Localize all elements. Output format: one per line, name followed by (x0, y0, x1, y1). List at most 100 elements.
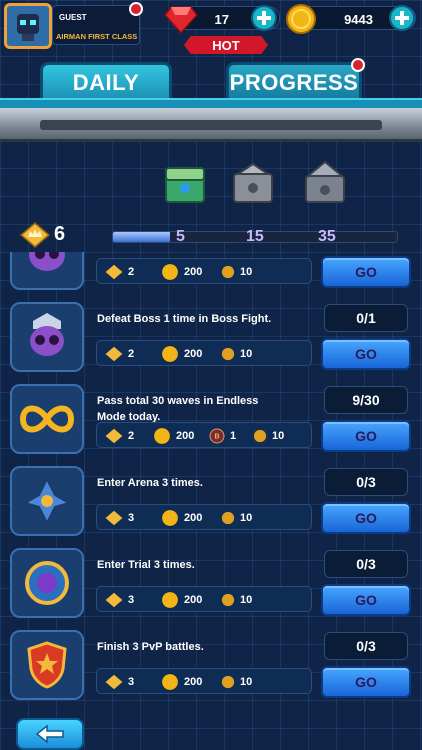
reward-extra-value: 10 (240, 676, 253, 688)
gem-value: 17 (214, 12, 229, 27)
reward-stars: 3 (105, 509, 134, 527)
quest-item: 2 200 10 GO (8, 252, 411, 292)
reward-extra: 10 (253, 427, 284, 445)
add-coins-button[interactable] (389, 5, 415, 31)
reward-coins-value: 200 (184, 348, 203, 360)
quest-progress: 9/30 (324, 386, 408, 414)
go-button[interactable]: GO (321, 256, 411, 288)
go-button[interactable]: GO (321, 338, 411, 370)
quest-icon (10, 302, 84, 372)
reward-coins-value: 200 (184, 266, 203, 278)
quest-icon (10, 630, 84, 700)
coin-icon (162, 510, 178, 526)
quest-title: Enter Trial 3 times. (97, 559, 195, 571)
reward-coins-value: 200 (184, 676, 203, 688)
reward-stars-value: 3 (128, 512, 135, 524)
chest-icon[interactable] (160, 160, 210, 210)
back-button[interactable] (16, 718, 84, 750)
hot-badge[interactable]: HOT (184, 36, 268, 54)
quest-item: Pass total 30 waves in Endless Mode toda… (8, 380, 411, 456)
avatar-robot-icon (17, 14, 39, 41)
back-arrow-icon (35, 724, 64, 744)
reward-bar: 3 200 10 (96, 586, 312, 612)
reward-stars: 2 (105, 345, 134, 363)
reward-extra-value: 10 (240, 594, 253, 606)
coin-icon (162, 264, 178, 280)
ship-icon (22, 476, 72, 526)
reward-extra-value: 10 (240, 512, 253, 524)
reward-badge-value: 1 (230, 430, 237, 442)
top-bar: GUEST AIRMAN FIRST CLASS 17 9443 HOT (0, 0, 422, 54)
go-button[interactable]: GO (321, 420, 411, 452)
chest-icon[interactable] (300, 160, 350, 210)
reward-stars: 2 (105, 427, 134, 445)
reward-coins: 200 (161, 345, 202, 363)
reward-coins-value: 200 (184, 594, 203, 606)
reward-stars-value: 2 (128, 430, 135, 442)
quest-progress: 0/1 (324, 304, 408, 332)
crown-star-icon (105, 346, 123, 362)
coin-icon (286, 4, 316, 34)
reward-bar: 3 200 10 (96, 668, 312, 694)
crown-star-icon (105, 592, 123, 608)
reward-extra: 10 (221, 345, 252, 363)
crown-star-icon (105, 510, 123, 526)
quest-title: Finish 3 PvP battles. (97, 641, 204, 653)
metal-divider (0, 108, 422, 142)
milestone-label-3: 35 (318, 228, 336, 245)
reward-extra-value: 10 (240, 348, 253, 360)
quest-item: Enter Arena 3 times. 0/3 3 200 10 GO (8, 462, 411, 538)
coin-icon (253, 429, 267, 443)
crown-star-icon (105, 264, 123, 280)
reward-stars-value: 3 (128, 594, 135, 606)
reward-extra-value: 10 (240, 266, 253, 278)
reward-bar: 2 200 10 (96, 340, 312, 366)
coin-icon (221, 511, 235, 525)
quest-item: Finish 3 PvP battles. 0/3 3 200 10 GO (8, 626, 411, 702)
quest-item: Defeat Boss 1 time in Boss Fight. 0/1 2 … (8, 298, 411, 374)
reward-stars: 2 (105, 263, 134, 281)
quest-icon (10, 384, 84, 454)
add-gems-button[interactable] (251, 5, 277, 31)
quest-title: Defeat Boss 1 time in Boss Fight. (97, 313, 272, 325)
go-button[interactable]: GO (321, 666, 411, 698)
reward-extra: 10 (221, 263, 252, 281)
reward-coins: 200 (161, 509, 202, 527)
svg-text:B: B (214, 434, 219, 441)
milestone-progress-fill (113, 232, 170, 242)
ruby-icon (164, 6, 198, 35)
crown-star-icon (20, 222, 50, 248)
player-avatar[interactable] (4, 3, 52, 49)
reward-coins: 200 (161, 263, 202, 281)
reward-bar: 2 200 B 1 10 (96, 422, 312, 448)
infinity-icon (19, 405, 75, 433)
tab-progress[interactable]: PROGRESS (226, 62, 362, 100)
chest-icon[interactable] (228, 160, 278, 210)
go-button[interactable]: GO (321, 502, 411, 534)
go-button[interactable]: GO (321, 584, 411, 616)
badge-b-icon: B (209, 428, 225, 444)
reward-bar: 2 200 10 (96, 258, 312, 284)
tab-daily[interactable]: DAILY (40, 62, 172, 100)
reward-bar: 3 200 10 (96, 504, 312, 530)
coin-icon (162, 346, 178, 362)
quest-progress: 0/3 (324, 632, 408, 660)
reward-stars-value: 3 (128, 676, 135, 688)
daily-score: 6 (54, 223, 66, 245)
reward-stars: 3 (105, 673, 134, 691)
quest-icon (10, 548, 84, 618)
milestone-label-2: 15 (246, 228, 264, 245)
coin-icon (221, 675, 235, 689)
quest-icon (10, 466, 84, 536)
plus-icon (257, 11, 271, 25)
milestone-label-1: 5 (176, 228, 185, 245)
plus-icon (395, 11, 409, 25)
player-panel: GUEST AIRMAN FIRST CLASS (52, 5, 140, 45)
reward-extra: 10 (221, 509, 252, 527)
skull-icon (30, 313, 64, 356)
quest-list[interactable]: 2 200 10 GO Defeat Boss 1 time in Boss F… (0, 252, 422, 704)
crown-star-icon (105, 428, 123, 444)
reward-coins-value: 200 (176, 430, 195, 442)
skull-icon (29, 252, 65, 271)
quest-progress: 0/3 (324, 468, 408, 496)
